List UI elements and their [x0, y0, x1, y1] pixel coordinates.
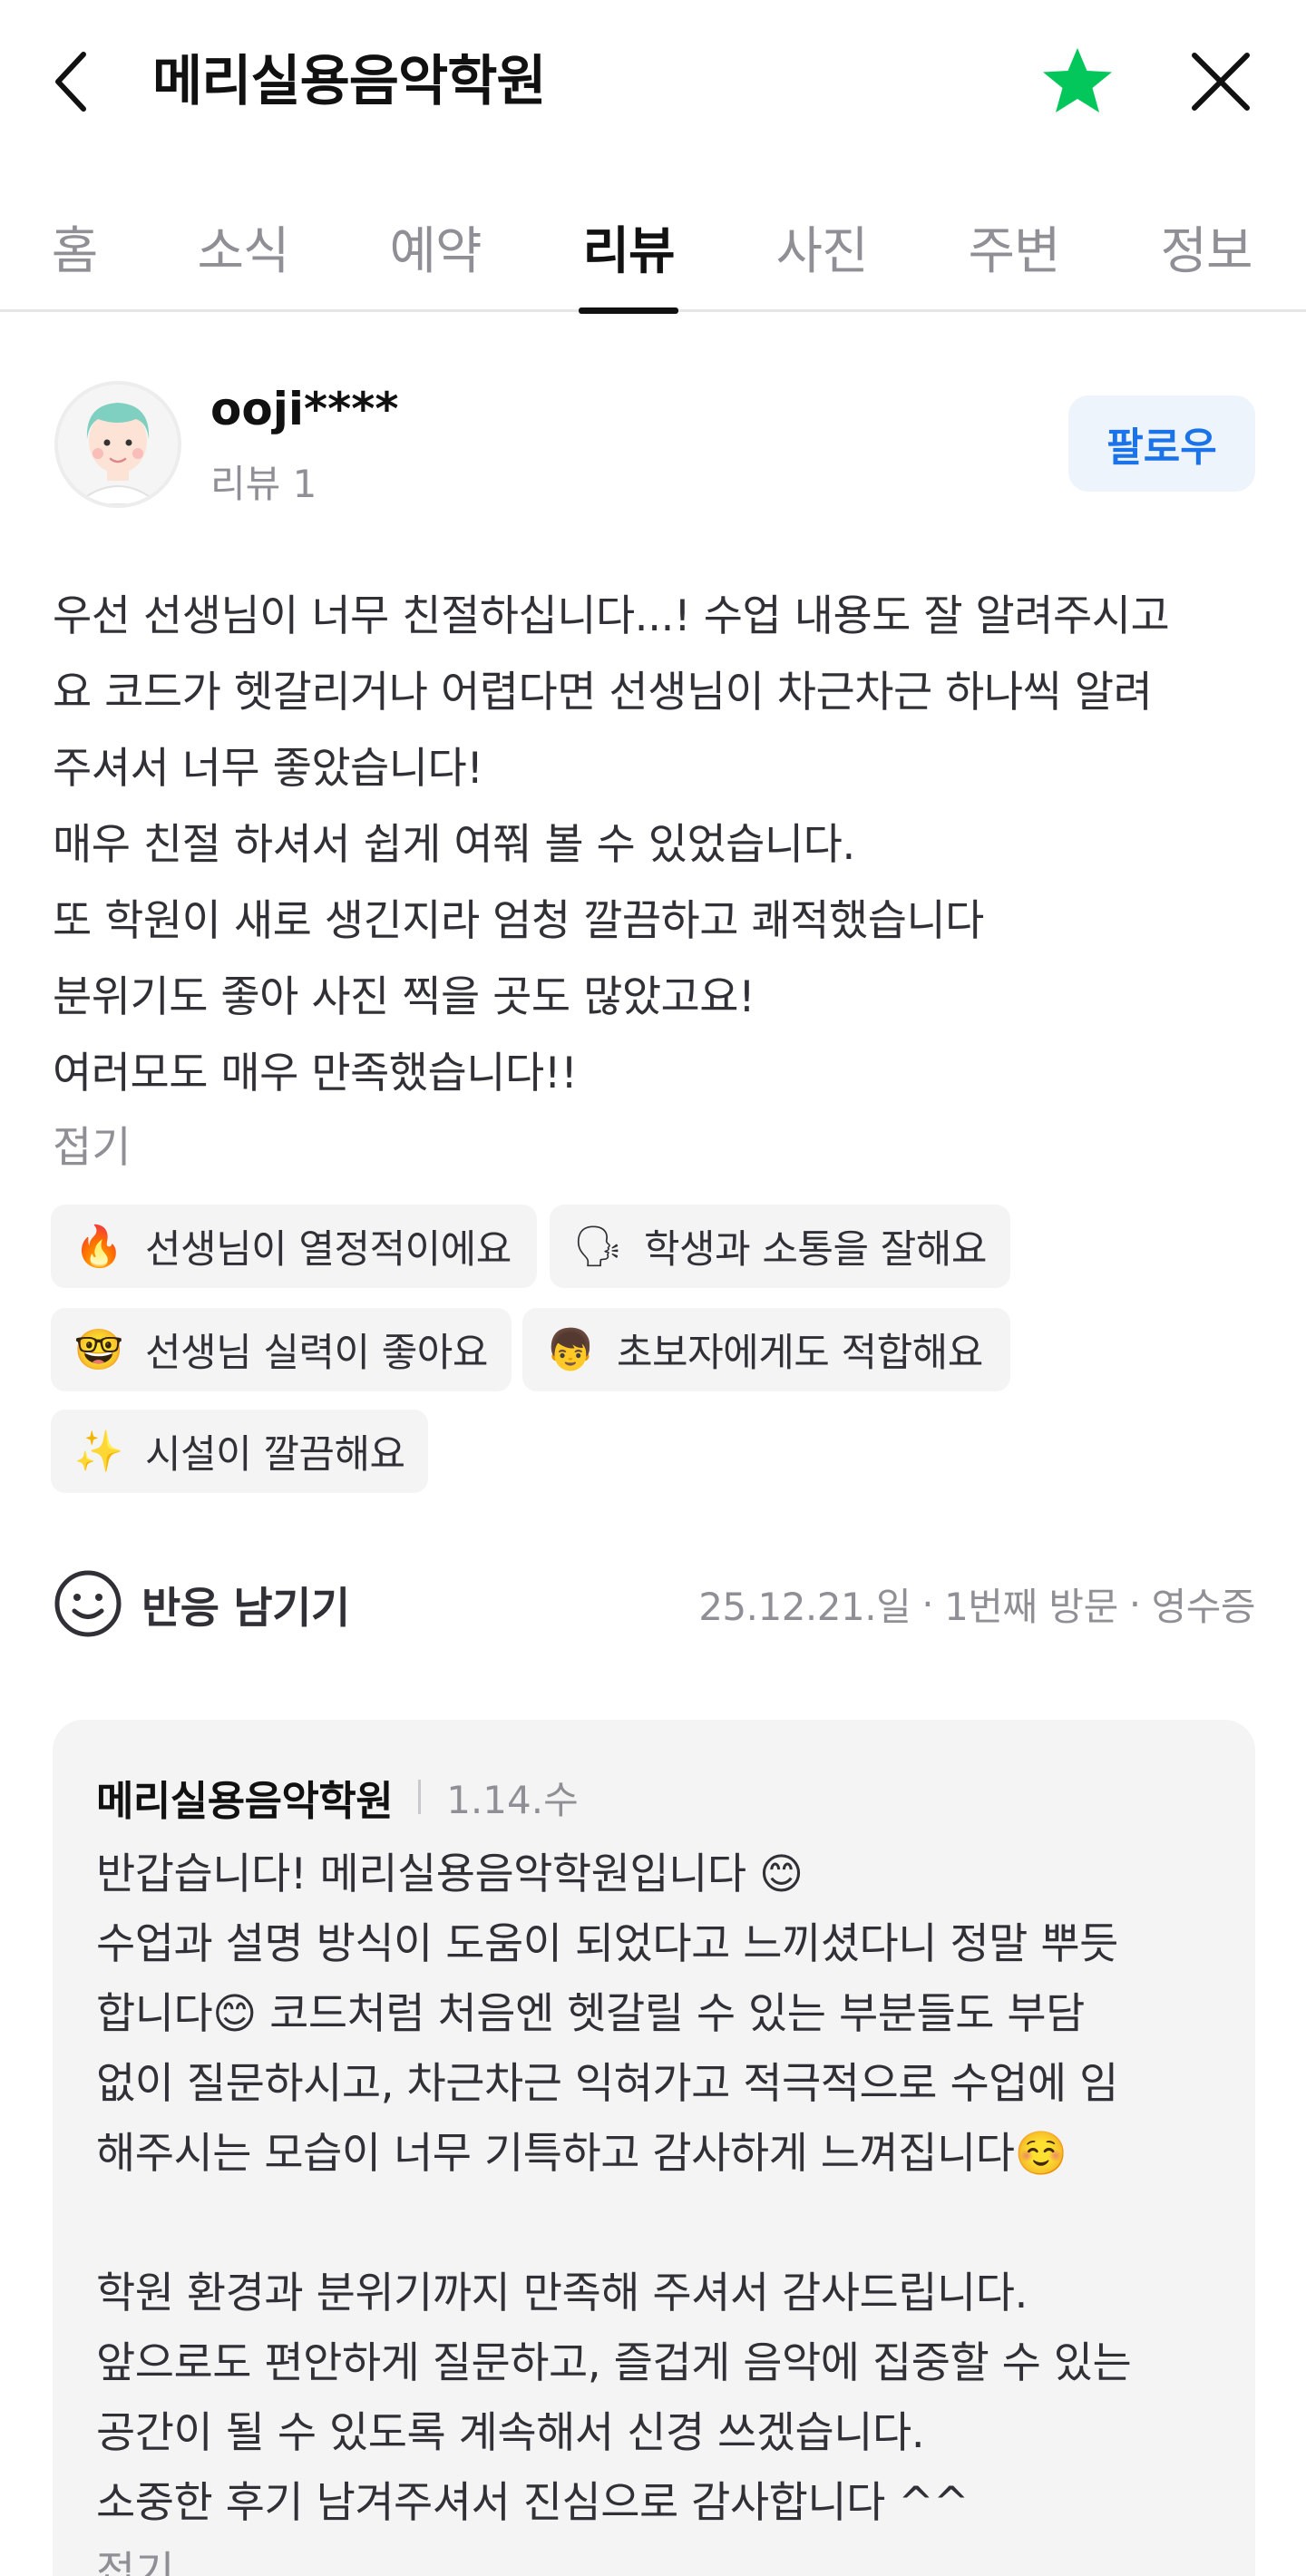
avatar[interactable] [54, 381, 181, 508]
visit-date: 25.12.21.일 [698, 1584, 911, 1629]
owner-reply-body: 반갑습니다! 메리실용음악학원입니다 😊 수업과 설명 방식이 도움이 되었다고… [96, 1839, 1248, 2538]
fire-icon: 🔥 [73, 1224, 124, 1270]
owner-reply-header: 메리실용음악학원 1.14.수 [96, 1765, 579, 1829]
reply-line: 학원 환경과 분위기까지 만족해 주셔서 감사드립니다. [96, 2269, 1028, 2318]
reply-date: 1.14.수 [446, 1777, 579, 1822]
owner-name: 메리실용음악학원 [96, 1776, 394, 1825]
keyword-label: 초보자에게도 적합해요 [617, 1331, 983, 1376]
verification-type[interactable]: 영수증 [1152, 1576, 1256, 1632]
reply-line: 공간이 될 수 있도록 계속해서 신경 쓰겠습니다. [96, 2408, 925, 2458]
close-icon [1192, 53, 1250, 111]
back-button[interactable] [44, 44, 102, 120]
leave-reaction-button[interactable]: 반응 남기기 [53, 1566, 350, 1642]
keyword-label: 학생과 소통을 잘해요 [644, 1227, 987, 1273]
meta-separator: · [1128, 1581, 1141, 1626]
smiley-icon [54, 1570, 122, 1637]
tab-nearby[interactable]: 주변 [963, 181, 1065, 312]
keyword-chip: ✨ 시설이 깔끔해요 [51, 1410, 428, 1493]
review-line: 또 학원이 새로 생긴지라 엄청 깔끔하고 쾌적했습니다 [53, 896, 984, 946]
close-button[interactable] [1184, 44, 1257, 120]
keyword-label: 선생님 실력이 좋아요 [145, 1331, 488, 1376]
page-title: 메리실용음악학원 [152, 50, 547, 113]
divider [418, 1780, 422, 1814]
tab-news[interactable]: 소식 [192, 181, 294, 312]
tab-photos[interactable]: 사진 [771, 181, 872, 312]
review-line: 여러모도 매우 만족했습니다!! [53, 1049, 578, 1098]
reviewer-review-count: 리뷰 1 [210, 462, 317, 506]
tab-home[interactable]: 홈 [42, 181, 107, 312]
leave-reaction-label: 반응 남기기 [141, 1583, 350, 1634]
nerd-face-icon: 🤓 [73, 1327, 124, 1373]
review-line: 주셔서 너무 좋았습니다! [53, 744, 483, 794]
speaking-head-icon: 🗣 [572, 1224, 623, 1270]
tab-info[interactable]: 정보 [1155, 181, 1257, 312]
meta-separator: · [921, 1581, 934, 1626]
reply-line: 해주시는 모습이 너무 기특하고 감사하게 느껴집니다☺️ [96, 2129, 1067, 2179]
follow-button[interactable]: 팔로우 [1068, 395, 1255, 492]
reply-line: 앞으로도 편안하게 질문하고, 즐겁게 음악에 집중할 수 있는 [96, 2338, 1132, 2388]
sparkles-icon: ✨ [73, 1429, 124, 1475]
reviewer-name[interactable]: ooji**** [210, 383, 399, 435]
star-icon [1043, 48, 1112, 112]
reply-line: 없이 질문하시고, 차근차근 익혀가고 적극적으로 수업에 임 [96, 2059, 1118, 2109]
reply-line: 합니다😊 코드처럼 처음엔 헷갈릴 수 있는 부분들도 부담 [96, 1989, 1085, 2039]
keyword-chip: 🗣 학생과 소통을 잘해요 [550, 1205, 1010, 1288]
reply-line: 반갑습니다! 메리실용음악학원입니다 😊 [96, 1849, 804, 1899]
keyword-label: 시설이 깔끔해요 [145, 1432, 405, 1478]
review-line: 매우 친절 하셔서 쉽게 여쭤 볼 수 있었습니다. [53, 820, 855, 870]
review-body: 우선 선생님이 너무 친절하십니다...! 수업 내용도 잘 알려주시고 요 코… [53, 579, 1259, 1112]
review-line: 분위기도 좋아 사진 찍을 곳도 많았고요! [53, 972, 755, 1022]
review-collapse-link[interactable]: 접기 [53, 1110, 131, 1186]
visit-count: 1번째 방문 [944, 1584, 1118, 1629]
keyword-label: 선생님이 열정적이에요 [145, 1227, 512, 1273]
reply-line: 수업과 설명 방식이 도움이 되었다고 느끼셨다니 정말 뿌듯 [96, 1919, 1118, 1969]
favorite-button[interactable] [1039, 44, 1116, 120]
reply-line: 소중한 후기 남겨주셔서 진심으로 감사합니다 ^^ [96, 2478, 970, 2528]
keyword-chip: 👦 초보자에게도 적합해요 [522, 1308, 1010, 1391]
chevron-left-icon [55, 52, 86, 112]
avatar-illustration [58, 385, 178, 504]
reply-line [96, 2189, 1248, 2259]
reply-collapse-link[interactable]: 접기 [96, 2538, 174, 2576]
boy-icon: 👦 [545, 1327, 596, 1373]
top-bar: 메리실용음악학원 [0, 0, 1306, 163]
review-meta: 25.12.21.일 · 1번째 방문 · 영수증 [698, 1566, 1255, 1642]
review-line: 우선 선생님이 너무 친절하십니다...! 수업 내용도 잘 알려주시고 [53, 591, 1170, 641]
tab-bar: 홈 소식 예약 리뷰 사진 주변 정보 [0, 181, 1306, 314]
tab-booking[interactable]: 예약 [385, 181, 486, 312]
review-line: 요 코드가 헷갈리거나 어렵다면 선생님이 차근차근 하나씩 알려 [53, 668, 1153, 717]
tab-reviews[interactable]: 리뷰 [579, 181, 678, 314]
keyword-chip: 🤓 선생님 실력이 좋아요 [51, 1308, 512, 1391]
keyword-chip: 🔥 선생님이 열정적이에요 [51, 1205, 537, 1288]
